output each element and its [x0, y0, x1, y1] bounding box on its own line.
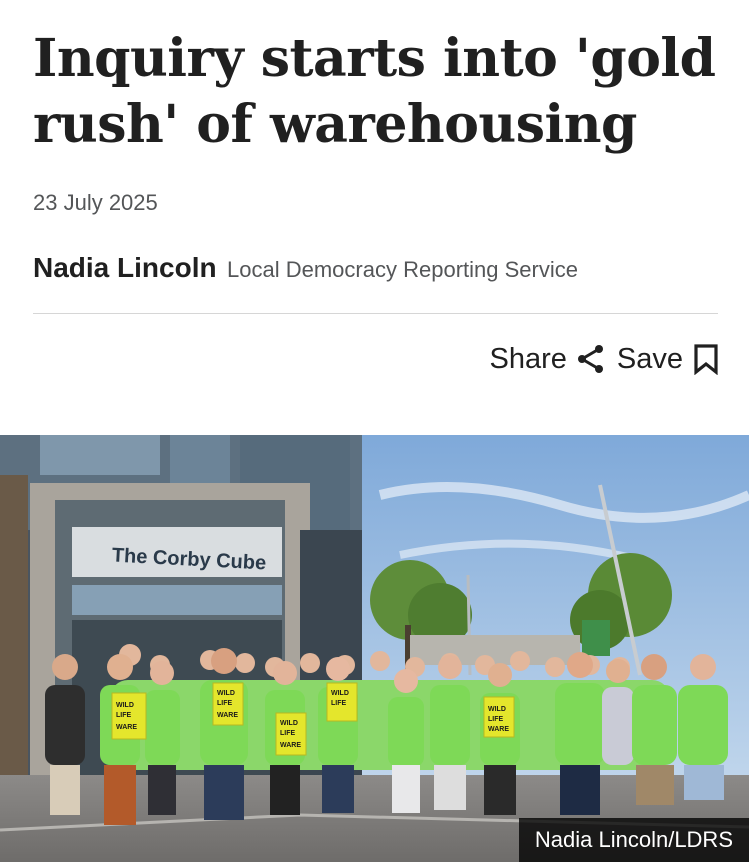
share-label: Share — [489, 342, 567, 375]
byline: Nadia Lincoln Local Democracy Reporting … — [33, 252, 578, 284]
svg-text:LIFE: LIFE — [331, 700, 346, 707]
save-button[interactable]: Save — [617, 343, 719, 376]
svg-text:WILD: WILD — [488, 706, 506, 713]
bookmark-icon — [694, 344, 718, 375]
svg-text:LIFE: LIFE — [116, 712, 131, 719]
svg-text:LIFE: LIFE — [280, 730, 295, 737]
author-name[interactable]: Nadia Lincoln — [33, 252, 217, 283]
svg-text:LIFE: LIFE — [217, 700, 232, 707]
svg-text:WARE: WARE — [116, 724, 137, 731]
publish-date: 23 July 2025 — [33, 190, 158, 215]
svg-text:WILD: WILD — [116, 702, 134, 709]
svg-text:WARE: WARE — [488, 726, 509, 733]
protest-photo-illustration: The Corby Cube WILDLIFEWARE WILDLIFEWARE… — [0, 435, 749, 862]
svg-text:WARE: WARE — [280, 742, 301, 749]
svg-text:WILD: WILD — [217, 690, 235, 697]
svg-text:WILD: WILD — [331, 690, 349, 697]
author-organisation: Local Democracy Reporting Service — [227, 257, 578, 282]
svg-text:WILD: WILD — [280, 720, 298, 727]
share-button[interactable]: Share — [490, 343, 605, 376]
divider — [33, 313, 718, 314]
article-actions: Share Save — [490, 338, 720, 380]
svg-text:LIFE: LIFE — [488, 716, 503, 723]
share-icon — [577, 345, 603, 373]
save-label: Save — [616, 342, 683, 375]
article-headline: Inquiry starts into 'gold rush' of wareh… — [33, 28, 716, 155]
article-photo: The Corby Cube WILD LIFE WARE WILD LIFE … — [0, 435, 749, 862]
photo-credit: Nadia Lincoln/LDRS — [518, 818, 749, 862]
svg-text:WARE: WARE — [217, 712, 238, 719]
